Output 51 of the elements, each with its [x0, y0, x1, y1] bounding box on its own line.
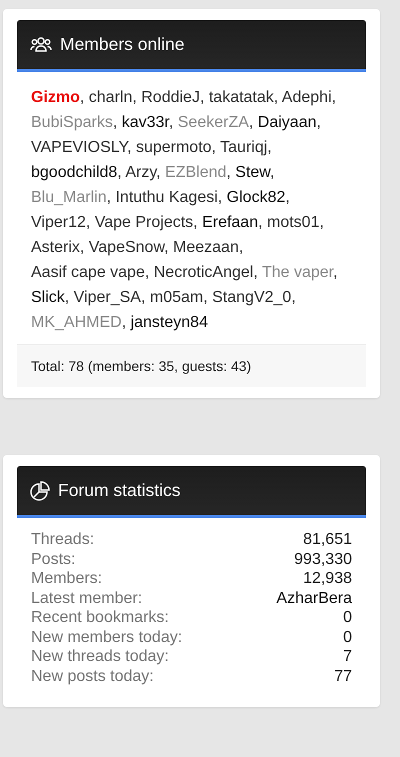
member-link[interactable]: Adephi	[282, 89, 332, 106]
member-link[interactable]: charln	[88, 89, 132, 106]
member-link[interactable]: Erefaan	[202, 214, 258, 231]
member-link[interactable]: Intuthu Kagesi	[115, 189, 218, 206]
member-link[interactable]: Tauriqj	[220, 139, 268, 156]
member-link[interactable]: Arzy	[125, 164, 156, 181]
stat-label: New members today:	[31, 628, 184, 647]
member-link[interactable]: mots01	[267, 214, 320, 231]
stat-label: Recent bookmarks:	[31, 608, 170, 628]
member-link[interactable]: supermoto	[136, 139, 212, 156]
member-link[interactable]: Viper12	[31, 214, 86, 231]
stat-value: 0	[342, 608, 352, 628]
members-icon	[30, 36, 52, 54]
member-link[interactable]: Stew	[235, 164, 270, 181]
stat-value: 0	[342, 628, 352, 647]
member-link[interactable]: RoddieJ	[141, 89, 200, 106]
pie-chart-icon	[30, 480, 50, 500]
member-link[interactable]: VAPEVIOSLY	[31, 139, 128, 156]
stat-label: Posts:	[31, 550, 76, 569]
member-link[interactable]: Meezaan	[173, 239, 239, 256]
member-list: Gizmo, charln, RoddieJ, takatatak, Adephi, BubiSparks, kav33r, SeekerZA, Daiyaan, VAPEVIOSLY, supermoto, Tauriqj, bgoodchild8, Arzy, EZBlend, Stew, Blu_Marlin, Intuthu Kagesi, Glock82, Viper12, Vape Projects, Erefaan, mots01, Asterix, VapeSnow, Meezaan, Aasif cape vape, NecroticAngel, The vaper, Slick, Viper_SA, m05am, StangV2_0, MK_AHMED, jansteyn84	[17, 72, 366, 344]
member-link[interactable]: StangV2_0	[212, 289, 292, 306]
member-link[interactable]: jansteyn84	[130, 314, 208, 331]
member-link[interactable]: Asterix	[31, 239, 80, 256]
stat-label: Threads:	[31, 530, 96, 550]
stat-label: New posts today:	[31, 666, 155, 686]
member-link[interactable]: Vape Projects	[94, 214, 194, 231]
stat-label: Members:	[31, 569, 104, 588]
member-link[interactable]: NecroticAngel	[154, 264, 254, 281]
member-link[interactable]: takatatak	[208, 89, 274, 106]
member-link[interactable]: VapeSnow	[88, 239, 164, 256]
stat-label: New threads today:	[31, 647, 170, 666]
stat-value: 81,651	[302, 530, 352, 550]
block-title: Members online	[60, 34, 184, 55]
member-link[interactable]: bgoodchild8	[31, 164, 118, 181]
total-count: Total: 78 (members: 35, guests: 43)	[17, 344, 366, 387]
member-link[interactable]: Viper_SA	[74, 289, 141, 306]
stat-label: Latest member:	[31, 588, 144, 608]
member-link[interactable]: AzharBera	[276, 588, 352, 608]
member-link[interactable]: Glock82	[226, 189, 286, 206]
stat-value: 77	[333, 666, 352, 686]
block-title: Forum statistics	[58, 480, 181, 501]
member-link[interactable]: kav33r	[122, 114, 169, 131]
member-link[interactable]: Aasif cape vape	[31, 264, 145, 281]
member-link[interactable]: m05am	[150, 289, 204, 306]
member-link[interactable]: Daiyaan	[258, 114, 316, 131]
member-link[interactable]: Slick	[31, 289, 65, 306]
member-link[interactable]: Gizmo	[31, 89, 80, 106]
stat-value: 12,938	[302, 569, 352, 588]
stat-value: 993,330	[293, 550, 352, 569]
stat-value: 7	[342, 647, 352, 666]
